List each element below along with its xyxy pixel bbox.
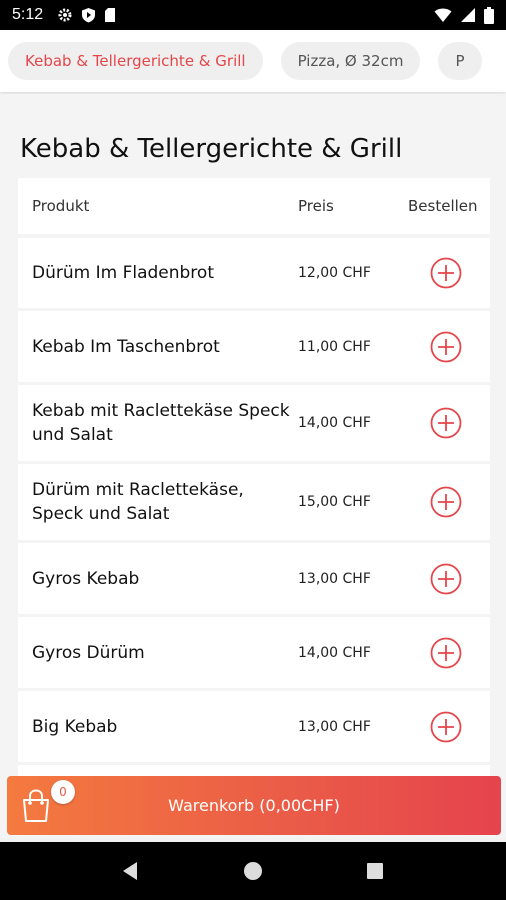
plus-circle-icon[interactable] (430, 486, 462, 518)
menu-content: Kebab & Tellergerichte & Grill Produkt P… (0, 94, 506, 838)
table-row: Kebab Im Taschenbrot 11,00 CHF (18, 311, 490, 382)
category-chip-kebab[interactable]: Kebab & Tellergerichte & Grill (8, 42, 263, 80)
product-name: Dürüm Im Fladenbrot (32, 263, 214, 283)
product-price: 13,00 CHF (298, 570, 371, 587)
wifi-icon (434, 8, 452, 22)
system-nav-bar (0, 842, 506, 900)
category-chip-pizza[interactable]: Pizza, Ø 32cm (280, 42, 421, 80)
cart-count-badge: 0 (51, 780, 75, 804)
category-chip-label: Pizza, Ø 32cm (297, 52, 404, 70)
product-price: 13,00 CHF (298, 718, 371, 735)
header-order: Bestellen (408, 197, 478, 215)
home-icon[interactable] (242, 860, 264, 882)
signal-icon (461, 8, 475, 22)
status-bar: 5:12 (0, 0, 506, 30)
table-row: Dürüm Im Fladenbrot 12,00 CHF (18, 238, 490, 308)
table-row: Dürüm mit Raclettekäse, Speck und Salat … (18, 464, 490, 540)
shopping-bag-icon (23, 789, 49, 822)
product-price: 11,00 CHF (298, 338, 371, 355)
table-row: Big Kebab 13,00 CHF (18, 691, 490, 762)
plus-circle-icon[interactable] (430, 711, 462, 743)
settings-icon (58, 8, 72, 22)
plus-circle-icon[interactable] (430, 331, 462, 363)
cart-button[interactable]: 0 Warenkorb (0,00CHF) (7, 776, 501, 835)
battery-icon (484, 6, 494, 24)
product-price: 15,00 CHF (298, 494, 371, 510)
product-price: 12,00 CHF (298, 265, 371, 281)
product-table: Produkt Preis Bestellen Dürüm Im Fladenb… (18, 178, 490, 838)
category-chip-partial[interactable]: P (438, 42, 482, 80)
section-title: Kebab & Tellergerichte & Grill (20, 134, 403, 164)
product-price: 14,00 CHF (298, 415, 371, 431)
table-row: Kebab mit Raclettekäse Speck und Salat 1… (18, 385, 490, 461)
category-bar: Kebab & Tellergerichte & Grill Pizza, Ø … (0, 30, 506, 92)
table-row: Gyros Kebab 13,00 CHF (18, 543, 490, 614)
header-product: Produkt (32, 197, 90, 215)
status-time: 5:12 (12, 6, 44, 23)
plus-circle-icon[interactable] (430, 407, 462, 439)
category-chip-label: Kebab & Tellergerichte & Grill (25, 52, 246, 70)
category-chip-list: Kebab & Tellergerichte & Grill Pizza, Ø … (0, 30, 506, 92)
plus-circle-icon[interactable] (430, 563, 462, 595)
category-chip-label: P (455, 52, 465, 70)
product-price: 14,00 CHF (298, 644, 371, 661)
back-icon[interactable] (120, 860, 142, 882)
product-name: Dürüm mit Raclettekäse, Speck und Salat (32, 480, 244, 524)
recents-icon[interactable] (364, 860, 386, 882)
cart-label: Warenkorb (0,00CHF) (168, 796, 340, 815)
product-name: Gyros Kebab (32, 568, 140, 589)
product-name: Kebab Im Taschenbrot (32, 336, 220, 357)
product-name: Gyros Dürüm (32, 642, 145, 663)
plus-circle-icon[interactable] (430, 257, 462, 289)
plus-circle-icon[interactable] (430, 637, 462, 669)
header-price: Preis (298, 197, 334, 215)
shield-icon (82, 8, 96, 23)
sim-card-icon (105, 8, 116, 22)
table-row: Gyros Dürüm 14,00 CHF (18, 617, 490, 688)
product-name: Kebab mit Raclettekäse Speck und Salat (32, 401, 290, 445)
product-name: Big Kebab (32, 716, 118, 737)
table-header: Produkt Preis Bestellen (18, 178, 490, 234)
